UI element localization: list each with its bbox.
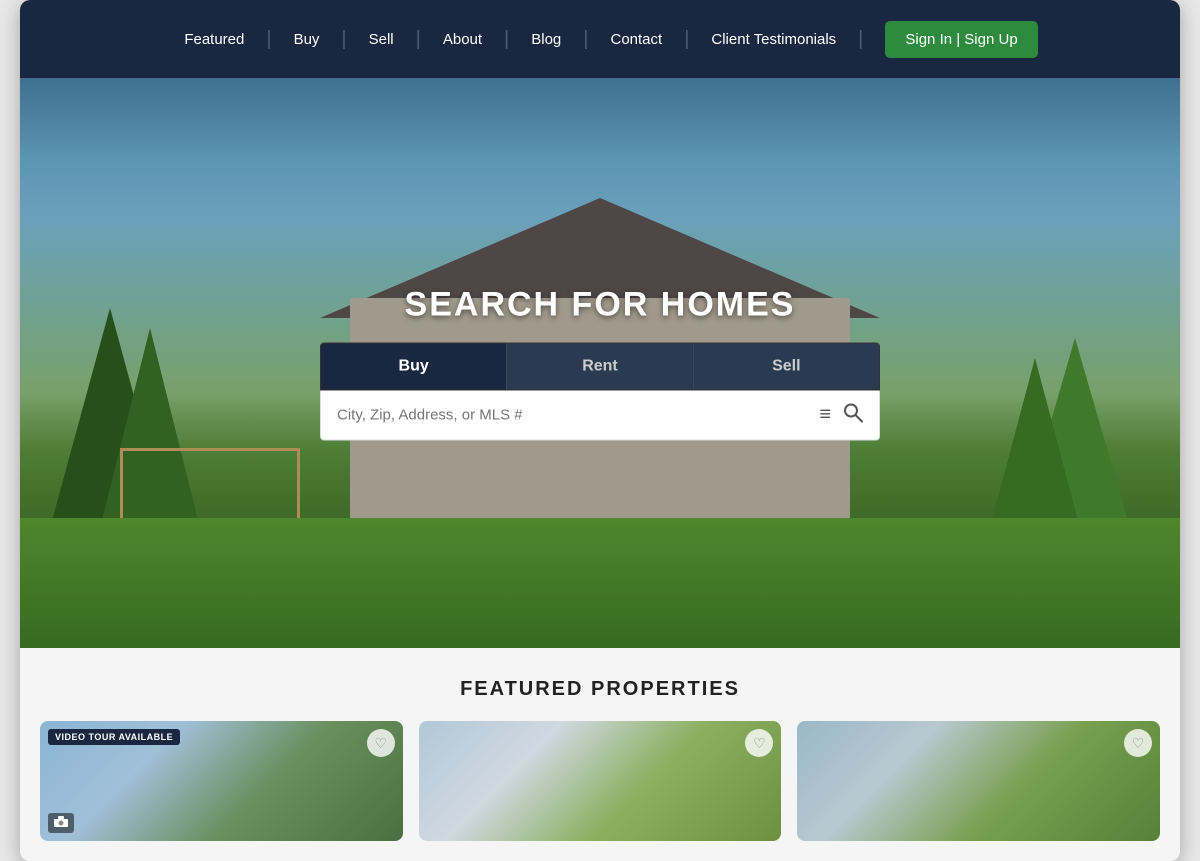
nav-blog[interactable]: Blog bbox=[509, 31, 583, 48]
nav-featured[interactable]: Featured bbox=[162, 31, 266, 48]
featured-section: FEATURED PROPERTIES VIDEO TOUR AVAILABLE… bbox=[20, 648, 1180, 861]
property-cards: VIDEO TOUR AVAILABLE ♡ ♡ ♡ bbox=[40, 721, 1160, 841]
nav-sell[interactable]: Sell bbox=[347, 31, 416, 48]
nav-items: Featured | Buy | Sell | About | Blog | C… bbox=[162, 21, 1037, 58]
search-tabs: Buy Rent Sell bbox=[320, 343, 880, 391]
property-card-2: ♡ bbox=[419, 721, 782, 841]
tab-buy[interactable]: Buy bbox=[321, 344, 506, 390]
featured-title: FEATURED PROPERTIES bbox=[40, 678, 1160, 701]
card-badge-1: VIDEO TOUR AVAILABLE bbox=[48, 729, 180, 745]
camera-icon bbox=[54, 816, 68, 827]
property-card-3: ♡ bbox=[797, 721, 1160, 841]
card-heart-2[interactable]: ♡ bbox=[745, 729, 773, 757]
search-button[interactable] bbox=[837, 397, 869, 434]
browser-frame: Featured | Buy | Sell | About | Blog | C… bbox=[20, 0, 1180, 861]
search-icon bbox=[843, 403, 863, 423]
tab-rent[interactable]: Rent bbox=[507, 344, 692, 390]
nav-testimonials[interactable]: Client Testimonials bbox=[689, 31, 858, 48]
search-input[interactable] bbox=[331, 399, 813, 432]
card-camera-1 bbox=[48, 813, 74, 833]
nav-sep-7: | bbox=[858, 29, 863, 49]
nav-contact[interactable]: Contact bbox=[588, 31, 684, 48]
hero-section: SEARCH FOR HOMES Buy Rent Sell ≡ bbox=[20, 78, 1180, 648]
card-heart-3[interactable]: ♡ bbox=[1124, 729, 1152, 757]
tab-sell[interactable]: Sell bbox=[694, 344, 879, 390]
hero-title: SEARCH FOR HOMES bbox=[320, 286, 880, 325]
property-card-1: VIDEO TOUR AVAILABLE ♡ bbox=[40, 721, 403, 841]
nav-about[interactable]: About bbox=[421, 31, 504, 48]
nav-buy[interactable]: Buy bbox=[272, 31, 342, 48]
card-heart-1[interactable]: ♡ bbox=[367, 729, 395, 757]
search-bar: ≡ bbox=[320, 391, 880, 441]
hero-content: SEARCH FOR HOMES Buy Rent Sell ≡ bbox=[320, 286, 880, 441]
navbar: Featured | Buy | Sell | About | Blog | C… bbox=[20, 0, 1180, 78]
filter-button[interactable]: ≡ bbox=[813, 398, 837, 433]
signin-button[interactable]: Sign In | Sign Up bbox=[885, 21, 1037, 58]
